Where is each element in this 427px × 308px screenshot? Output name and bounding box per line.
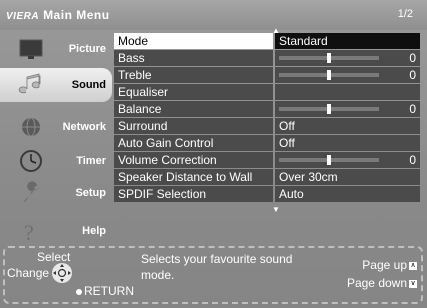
row-value: Off bbox=[275, 118, 420, 134]
menu-row-bass[interactable]: Bass 0 bbox=[114, 50, 420, 66]
sidebar: Picture Sound Network Timer Setup ? Help bbox=[0, 32, 112, 244]
help-panel: Select Change RETURN Selects your favour… bbox=[3, 246, 423, 304]
row-label: Balance bbox=[114, 101, 273, 117]
wrench-icon bbox=[24, 181, 39, 202]
page-up-icon: ∧ bbox=[409, 261, 417, 270]
treble-slider[interactable] bbox=[279, 70, 379, 80]
scroll-down-icon[interactable]: ▼ bbox=[272, 205, 280, 214]
sidebar-item-picture[interactable]: Picture bbox=[0, 32, 112, 66]
change-hint: Change bbox=[7, 266, 50, 280]
bass-slider[interactable] bbox=[279, 53, 379, 63]
menu-row-speaker-distance[interactable]: Speaker Distance to Wall Over 30cm bbox=[114, 169, 420, 185]
page-down-hint: Page down ∨ bbox=[347, 276, 417, 290]
tv-menu-screen: VIERA Main Menu 1/2 Picture Sound Network… bbox=[0, 0, 427, 308]
row-value: Standard bbox=[275, 33, 420, 49]
row-label: Speaker Distance to Wall bbox=[114, 169, 273, 185]
row-value: 0 bbox=[409, 153, 416, 167]
sidebar-item-help[interactable]: ? Help bbox=[0, 214, 112, 248]
sidebar-item-label: Help bbox=[82, 225, 106, 237]
slider-knob[interactable] bbox=[327, 53, 331, 63]
row-value: 0 bbox=[409, 51, 416, 65]
return-hint: RETURN bbox=[84, 284, 134, 298]
page-up-hint: Page up ∧ bbox=[362, 258, 417, 272]
return-button-icon bbox=[76, 289, 82, 295]
sidebar-item-label: Sound bbox=[71, 79, 106, 91]
slider-knob[interactable] bbox=[327, 155, 331, 165]
row-value: Off bbox=[275, 135, 420, 151]
row-label: Treble bbox=[114, 67, 273, 83]
sidebar-item-label: Timer bbox=[76, 155, 106, 167]
sidebar-item-network[interactable]: Network bbox=[0, 110, 112, 144]
menu-title: VIERA Main Menu bbox=[6, 8, 110, 22]
sidebar-item-timer[interactable]: Timer bbox=[0, 144, 112, 178]
slider-knob[interactable] bbox=[327, 104, 331, 114]
row-value bbox=[275, 84, 420, 100]
globe-icon bbox=[22, 117, 40, 137]
slider-knob[interactable] bbox=[327, 70, 331, 80]
help-description: Selects your favourite sound mode. bbox=[141, 252, 293, 282]
menu-row-balance[interactable]: Balance 0 bbox=[114, 101, 420, 117]
row-value: 0 bbox=[409, 102, 416, 116]
row-label: Auto Gain Control bbox=[114, 135, 273, 151]
volume-correction-slider[interactable] bbox=[279, 155, 379, 165]
question-mark-icon: ? bbox=[24, 220, 34, 244]
menu-row-volume-correction[interactable]: Volume Correction 0 bbox=[114, 152, 420, 168]
sidebar-item-label: Setup bbox=[75, 187, 106, 199]
row-value: Over 30cm bbox=[275, 169, 420, 185]
slider-cell: 0 bbox=[275, 50, 420, 66]
music-note-icon bbox=[18, 73, 41, 94]
slider-cell: 0 bbox=[275, 101, 420, 117]
page-indicator: 1/2 bbox=[397, 8, 413, 20]
dpad-icon bbox=[52, 263, 72, 283]
row-label: Equaliser bbox=[114, 84, 273, 100]
clock-icon bbox=[20, 150, 42, 172]
menu-title-text: Main Menu bbox=[43, 8, 110, 22]
row-label: Surround bbox=[114, 118, 273, 134]
balance-slider[interactable] bbox=[279, 104, 379, 114]
row-label: Volume Correction bbox=[114, 152, 273, 168]
brand-logo: VIERA bbox=[6, 11, 40, 22]
page-down-icon: ∨ bbox=[409, 279, 417, 288]
row-label: Bass bbox=[114, 50, 273, 66]
menu-header: VIERA Main Menu 1/2 bbox=[0, 0, 427, 30]
menu-row-mode[interactable]: Mode Standard bbox=[114, 33, 420, 49]
sound-menu: Mode Standard Bass 0 Treble 0 Equaliser … bbox=[114, 33, 420, 203]
sidebar-item-label: Network bbox=[62, 121, 106, 133]
row-label: Mode bbox=[114, 33, 273, 49]
row-label: SPDIF Selection bbox=[114, 186, 273, 202]
sidebar-item-setup[interactable]: Setup bbox=[0, 176, 112, 210]
sidebar-item-label: Picture bbox=[68, 43, 106, 55]
menu-row-equaliser[interactable]: Equaliser bbox=[114, 84, 420, 100]
menu-row-treble[interactable]: Treble 0 bbox=[114, 67, 420, 83]
row-value: Auto bbox=[275, 186, 420, 202]
svg-text:?: ? bbox=[24, 220, 34, 244]
menu-row-spdif-selection[interactable]: SPDIF Selection Auto bbox=[114, 186, 420, 202]
sidebar-item-sound[interactable]: Sound bbox=[0, 68, 112, 102]
menu-row-surround[interactable]: Surround Off bbox=[114, 118, 420, 134]
picture-icon bbox=[19, 39, 43, 59]
page-down-label: Page down bbox=[346, 276, 407, 290]
slider-cell: 0 bbox=[275, 152, 420, 168]
menu-row-auto-gain-control[interactable]: Auto Gain Control Off bbox=[114, 135, 420, 151]
slider-cell: 0 bbox=[275, 67, 420, 83]
row-value: 0 bbox=[409, 68, 416, 82]
page-up-label: Page up bbox=[362, 258, 407, 272]
